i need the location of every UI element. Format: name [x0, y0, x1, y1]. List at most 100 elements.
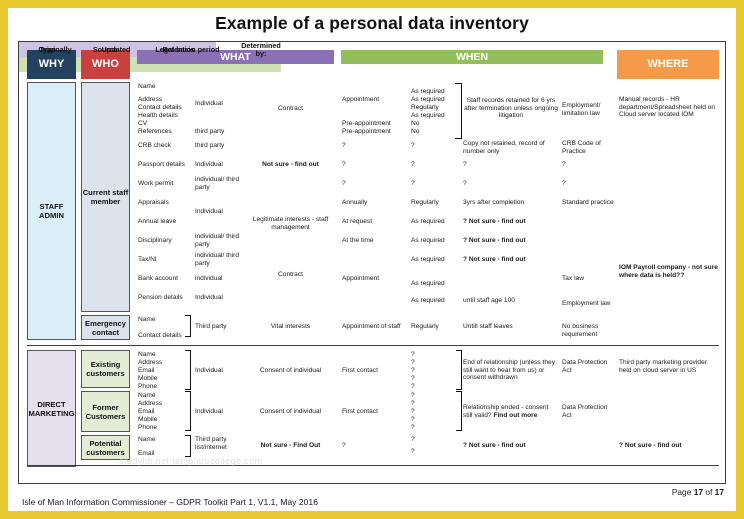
column-header-where: WHERE [617, 50, 719, 79]
why-block-direct-marketing: DIRECT MARKETING [27, 350, 76, 467]
dm2-source: Third party list/internet [195, 436, 227, 451]
determined-employment-law-2: Employment law [562, 300, 611, 307]
dm1-updated-4: ? [411, 416, 415, 423]
emergency-legal: Vital interests [270, 323, 311, 330]
source-individual-1: Individual [195, 100, 223, 107]
dm1-retention: Relationship ended - consent still valid… [463, 404, 559, 419]
subheader-originally: Originally [38, 44, 72, 54]
source-references: third party [195, 128, 225, 135]
page-label-prefix: Page [671, 487, 694, 497]
determined-tax-law: Tax law [562, 275, 584, 282]
retention-appraisals: 3yrs after completion [463, 199, 525, 206]
source-passport: Individual [195, 161, 223, 168]
emergency-determined: No business requirement [562, 323, 599, 338]
dm1-updated-1: ? [411, 392, 415, 399]
originally-passport: ? [342, 161, 346, 168]
type-bank-account: Bank account [138, 275, 178, 282]
dm0-originally: First contact [342, 367, 378, 374]
originally-appointment: Appointment [342, 96, 380, 103]
dm1-source: Individual [195, 408, 223, 415]
legal-legitimate-interests: Legitimate interests - staff management [252, 216, 329, 231]
subheader-updated: Updated [101, 44, 131, 54]
dm1-legal: Consent of individual [259, 408, 322, 415]
type-name: Name [138, 83, 156, 90]
source-work-permit: individual/ third party [195, 176, 239, 191]
updated-pension: As required [411, 297, 445, 304]
type-work-permit: Work permit [138, 180, 174, 187]
retention-crb: Copy not retained, record of number only [463, 140, 545, 155]
originally-disciplinary: At the time [342, 237, 374, 244]
dm0-where: Third party marketing provider held on c… [619, 359, 707, 374]
dm2-where: ? Not sure - find out [619, 442, 682, 449]
dm2-updated-1: ? [411, 436, 415, 443]
source-pension: Individual [195, 294, 223, 301]
emergency-updated: Regularly [411, 323, 439, 330]
section-divider-top [27, 345, 719, 346]
dm0-legal: Consent of individual [259, 367, 322, 374]
dm1-retention-emphasis: Find out more [493, 411, 538, 419]
updated-row-6: No [411, 128, 420, 135]
updated-work-permit: ? [411, 180, 415, 187]
originally-work-permit: ? [342, 180, 346, 187]
retention-annual-leave: ? Not sure - find out [463, 218, 526, 225]
updated-row-2: As required [411, 96, 445, 103]
type-crb-check: CRB check [138, 142, 171, 149]
footer-source-line: Isle of Man Information Commissioner – G… [22, 497, 318, 507]
where-manual-records: Manual records - HR department/Spreadshe… [619, 96, 716, 119]
determined-employment-law: Employment/ limitation law [562, 102, 601, 117]
source-tax-ni: individual/ third party [195, 252, 239, 267]
subheader-determined-by: Determined by: [241, 40, 281, 58]
emergency-type-contact-details: Contact details [138, 332, 182, 339]
source-crb: third party [195, 142, 225, 149]
source-disciplinary: individual/ third party [195, 233, 239, 248]
dm0-retention: End of relationship (unless they still w… [463, 359, 556, 382]
dm1-determined: Data Protection Act [562, 404, 608, 419]
dm2-updated-2: ? [411, 448, 415, 455]
type-health-details: Health details [138, 112, 178, 119]
dm0-updated-4: ? [411, 375, 415, 382]
grouping-bracket-dm0-updated [456, 350, 462, 390]
source-appraisals: Individual [195, 208, 223, 215]
determined-work-permit: ? [562, 180, 566, 187]
dm1-updated-3: ? [411, 408, 415, 415]
why-block-staff-admin: STAFF ADMIN [27, 82, 76, 340]
type-references: References [138, 128, 172, 135]
dm2-legal: Not sure - Find Out [260, 442, 321, 449]
slide-page: Example of a personal data inventory WHY… [8, 8, 736, 511]
type-cv: CV [138, 120, 148, 127]
emergency-retention: Untill staff leaves [463, 323, 513, 330]
dm1-type-address: Address [138, 400, 163, 407]
grouping-bracket-dm1-types [185, 391, 191, 431]
inventory-table: WHY WHO WHAT Type Source Legal basis WHE… [18, 41, 726, 484]
type-disciplinary: Disciplinary [138, 237, 172, 244]
dm1-type-phone: Phone [138, 424, 158, 431]
type-annual-leave: Annual leave [138, 218, 177, 225]
grouping-bracket-dm2-types [185, 435, 191, 457]
legal-passport-not-sure: Not sure - find out [262, 161, 319, 168]
originally-pre-appointment-2: Pre-appointment [342, 128, 391, 135]
updated-row-1: As required [411, 88, 445, 95]
retention-pension: until staff age 100 [463, 297, 515, 304]
dm0-type-phone: Phone [138, 383, 158, 390]
who-block-emergency-contact: Emergency contact [81, 315, 130, 340]
grouping-bracket-dm1-updated [456, 391, 462, 431]
dm0-determined: Data Protection Act [562, 359, 608, 374]
dm1-type-email: Email [138, 408, 155, 415]
determined-passport: ? [562, 161, 566, 168]
originally-crb: ? [342, 142, 346, 149]
source-bank-account: individual [195, 275, 223, 282]
emergency-source: Third party [195, 323, 227, 330]
originally-pre-appointment-1: Pre-appointment [342, 120, 391, 127]
grouping-bracket-updated [455, 83, 462, 139]
type-tax-ni: Tax/NI [138, 256, 157, 263]
updated-appraisals: Regularly [411, 199, 439, 206]
legal-contract-1: Contract [278, 105, 303, 112]
type-contact-details: Contact details [138, 104, 182, 111]
updated-tax-ni: As required [411, 256, 445, 263]
dm0-source: Individual [195, 367, 223, 374]
page-label-mid: of [703, 487, 715, 497]
updated-row-4: As required [411, 112, 445, 119]
type-passport-details: Passport details [138, 161, 185, 168]
retention-staff-records: Staff records retained for 6 yrs after t… [464, 97, 558, 120]
type-address: Address [138, 96, 163, 103]
